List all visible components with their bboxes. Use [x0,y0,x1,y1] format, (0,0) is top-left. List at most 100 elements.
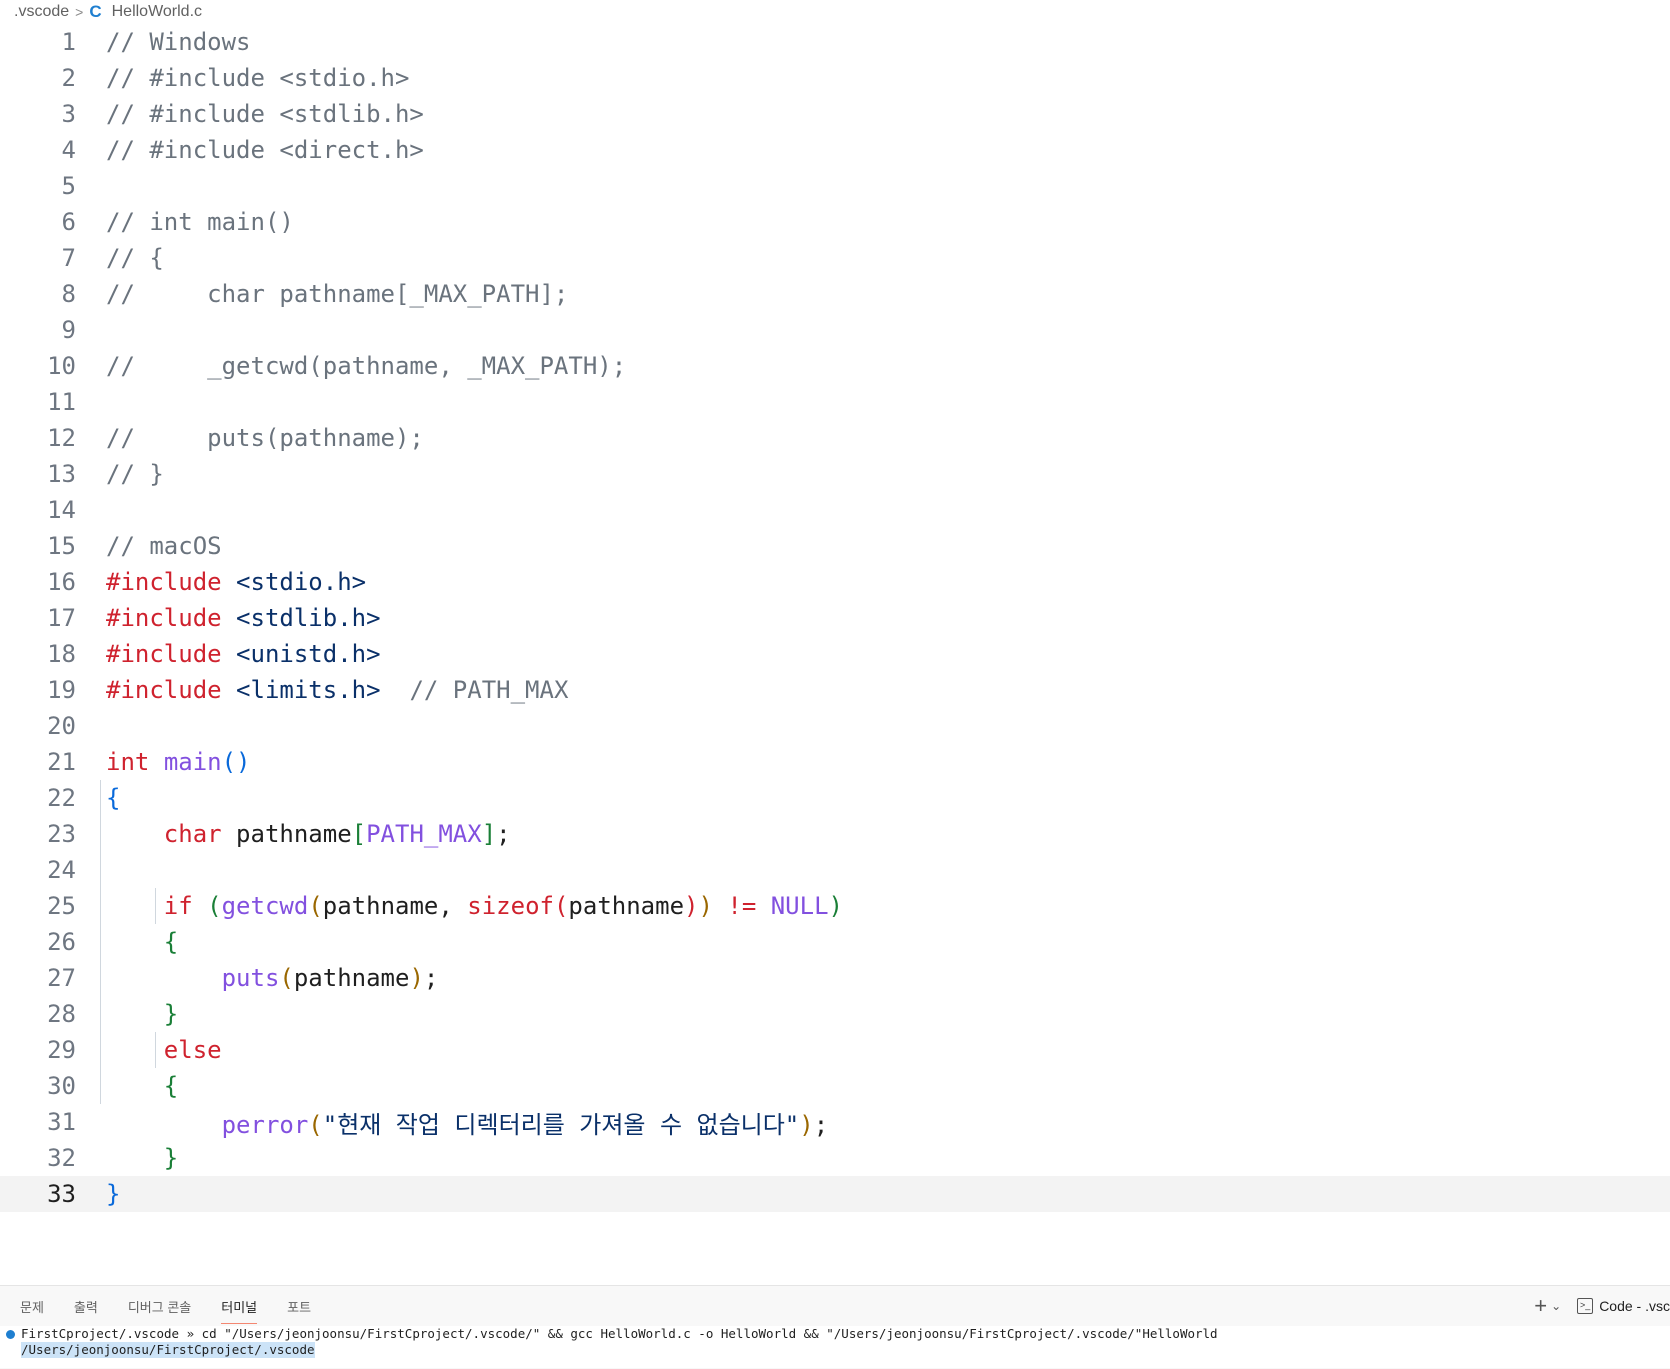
command-status-dot-icon[interactable] [6,1329,15,1339]
code-line[interactable]: 13 // } [0,456,1670,492]
terminal-output[interactable]: FirstCproject/.vscode » cd "/Users/jeonj… [0,1326,1670,1368]
code-line[interactable]: 28 } [0,996,1670,1032]
terminal-line: /Users/jeonjoonsu/FirstCproject/.vscode [6,1342,1670,1358]
breadcrumb: .vscode > C HelloWorld.c [0,0,1670,24]
code-line[interactable]: 18 #include <unistd.h> [0,636,1670,672]
type-keyword: char [163,820,222,848]
code-line[interactable]: 30 { [0,1068,1670,1104]
code-line[interactable]: 4 // #include <direct.h> [0,132,1670,168]
header-name: <stdlib.h> [236,604,381,632]
chevron-down-icon[interactable]: ⌄ [1551,1299,1561,1313]
code-line[interactable]: 26 { [0,924,1670,960]
comment: // #include <stdio.h> [106,64,410,92]
code-line[interactable]: 31 perror("현재 작업 디렉터리를 가져올 수 없습니다"); [0,1104,1670,1140]
line-number: 24 [47,856,76,884]
line-number: 1 [61,28,76,56]
breadcrumb-file[interactable]: HelloWorld.c [112,3,202,21]
code-line[interactable]: 9 [0,312,1670,348]
terminal-line: FirstCproject/.vscode » cd "/Users/jeonj… [6,1326,1670,1342]
type-keyword: int [106,748,150,776]
tab-ports[interactable]: 포트 [287,1291,311,1322]
keyword: if [163,892,193,920]
code-line[interactable]: 2 // #include <stdio.h> [0,60,1670,96]
tab-output[interactable]: 출력 [74,1291,98,1322]
code-line[interactable]: 1 // Windows [0,24,1670,60]
code-line[interactable]: 23 char pathname[PATH_MAX]; [0,816,1670,852]
string-literal: "현재 작업 디렉터리를 가져올 수 없습니다" [322,1110,800,1139]
terminal-instance-name[interactable]: Code - .vsc [1599,1298,1670,1314]
code-line[interactable]: 17 #include <stdlib.h> [0,600,1670,636]
comment: // { [106,244,164,272]
comment: // _getcwd(pathname, _MAX_PATH); [106,352,627,380]
keyword: else [163,1036,222,1064]
code-line[interactable]: 32 } [0,1140,1670,1176]
code-line[interactable]: 12 // puts(pathname); [0,420,1670,456]
plus-icon[interactable]: + [1534,1293,1547,1319]
code-line[interactable]: 24 [0,852,1670,888]
tab-problems[interactable]: 문제 [20,1291,44,1322]
code-line[interactable]: 5 [0,168,1670,204]
code-line[interactable]: 20 [0,708,1670,744]
operator: != [727,892,757,920]
chevron-right-icon: > [75,4,84,20]
comment: // puts(pathname); [106,424,424,452]
header-name: <stdio.h> [236,568,367,596]
code-line[interactable]: 3 // #include <stdlib.h> [0,96,1670,132]
macro: PATH_MAX [366,820,482,848]
code-line[interactable]: 15 // macOS [0,528,1670,564]
function-name: getcwd [221,892,309,920]
line-number: 20 [47,712,76,740]
code-line[interactable]: 11 [0,384,1670,420]
tab-debug-console[interactable]: 디버그 콘솔 [128,1291,191,1322]
line-number: 6 [61,208,76,236]
line-number: 9 [61,316,76,344]
comment: // int main() [106,208,294,236]
indent-guide [100,780,101,1104]
function-name: perror [221,1110,309,1139]
line-number: 31 [47,1108,76,1136]
line-number: 13 [47,460,76,488]
code-line-current[interactable]: 33} [0,1176,1670,1212]
code-line[interactable]: 25 if (getcwd(pathname, sizeof(pathname)… [0,888,1670,924]
tab-terminal[interactable]: 터미널 [221,1291,257,1324]
code-line[interactable]: 22{ [0,780,1670,816]
code-line[interactable]: 21 int main() [0,744,1670,780]
line-number: 26 [47,928,76,956]
terminal-icon: >_ [1577,1298,1594,1314]
line-number: 18 [47,640,76,668]
code-line[interactable]: 16 #include <stdio.h> [0,564,1670,600]
code-line[interactable]: 7 // { [0,240,1670,276]
code-line[interactable]: 6 // int main() [0,204,1670,240]
breadcrumb-folder[interactable]: .vscode [14,3,69,21]
header-name: <unistd.h> [236,640,381,668]
line-number: 16 [47,568,76,596]
code-line[interactable]: 8 // char pathname[_MAX_PATH]; [0,276,1670,312]
code-line[interactable]: 14 [0,492,1670,528]
terminal-command: FirstCproject/.vscode » cd "/Users/jeonj… [21,1326,1218,1341]
code-editor[interactable]: 1 // Windows 2 // #include <stdio.h> 3 // #… [0,24,1670,1212]
line-number: 33 [47,1180,76,1208]
identifier: pathname [236,820,352,848]
comment: // #include <direct.h> [106,136,424,164]
line-number: 5 [61,172,76,200]
panel-actions: + ⌄ >_ Code - .vsc [1534,1286,1670,1326]
code-line[interactable]: 19 #include <limits.h> // PATH_MAX [0,672,1670,708]
code-line[interactable]: 10 // _getcwd(pathname, _MAX_PATH); [0,348,1670,384]
line-number: 29 [47,1036,76,1064]
line-number: 28 [47,1000,76,1028]
identifier: pathname [322,892,439,920]
directive: #include [106,604,222,632]
bottom-panel: 문제 출력 디버그 콘솔 터미널 포트 + ⌄ >_ Code - .vsc F… [0,1285,1670,1369]
function-name: main [163,748,222,776]
line-number: 15 [47,532,76,560]
line-number: 30 [47,1072,76,1100]
identifier: pathname [568,892,685,920]
line-number: 14 [47,496,76,524]
directive: #include [106,676,222,704]
line-number: 8 [61,280,76,308]
code-line[interactable]: 27 puts(pathname); [0,960,1670,996]
code-line[interactable]: 29 else [0,1032,1670,1068]
line-number: 21 [47,748,76,776]
comment: // } [106,460,164,488]
line-number: 32 [47,1144,76,1172]
